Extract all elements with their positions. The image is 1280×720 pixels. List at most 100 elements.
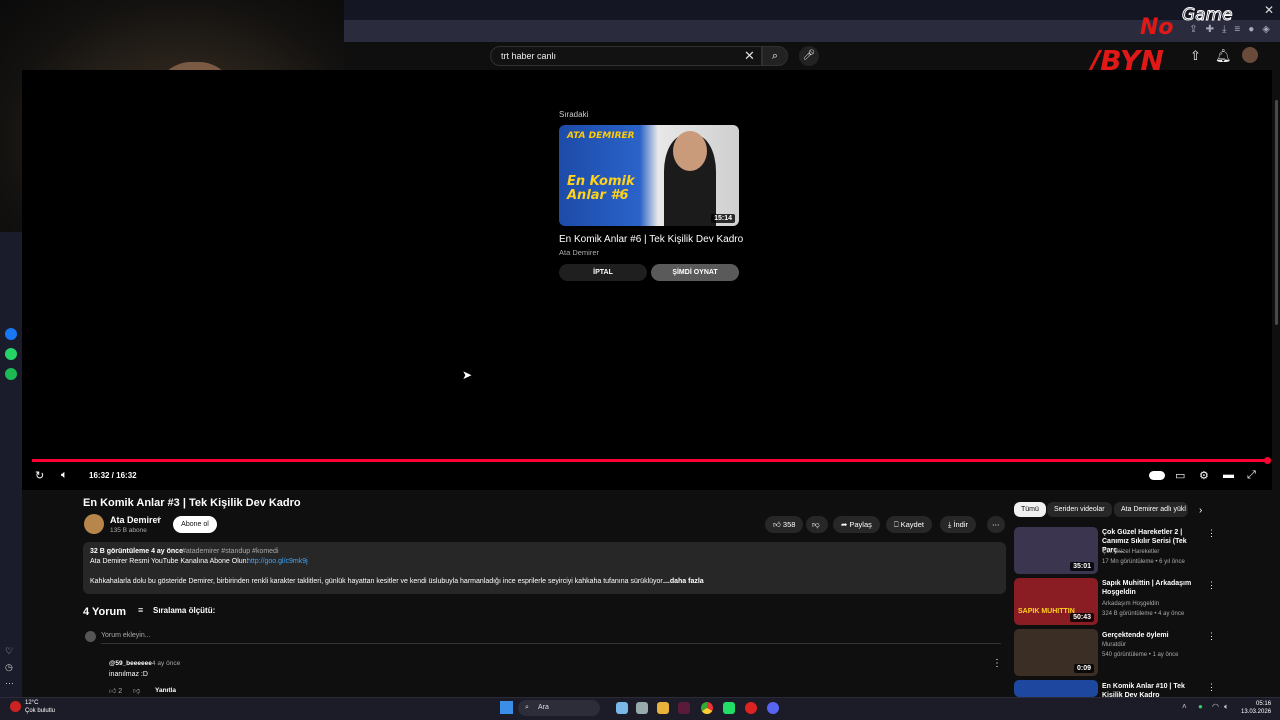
recommendation-channel[interactable]: Arkadaşım Hoşgeldin: [1102, 601, 1159, 607]
up-next-thumbnail[interactable]: ATA DEMIRER En Komik Anlar #6 15:14: [559, 125, 739, 226]
hashtags[interactable]: #atademirer #standup #komedi: [182, 548, 279, 555]
clear-search-icon[interactable]: ✕: [744, 48, 755, 64]
more-icon[interactable]: ⋯: [5, 678, 17, 690]
wifi-icon[interactable]: ◠: [1212, 702, 1219, 711]
weather-icon[interactable]: [10, 701, 21, 712]
time-display: 16:32 / 16:32: [89, 471, 137, 480]
speaker-icon[interactable]: 🔈︎: [1224, 702, 1229, 712]
spotify-icon[interactable]: [5, 368, 17, 380]
recommendation-menu-icon[interactable]: ⋮: [1207, 682, 1216, 693]
dislike-button[interactable]: 👎︎: [806, 516, 828, 533]
recommendation-duration: 0:09: [1073, 664, 1094, 673]
logo-text-no: No: [1140, 15, 1174, 40]
chips-next-icon[interactable]: ›: [1199, 505, 1202, 516]
search-button[interactable]: ⌕: [762, 46, 788, 66]
fullscreen-icon[interactable]: ⤢: [1247, 469, 1256, 482]
heart-icon[interactable]: ♡: [5, 646, 17, 658]
recommendation-thumbnail[interactable]: 35:01: [1014, 527, 1098, 574]
recommendation-menu-icon[interactable]: ⋮: [1207, 631, 1216, 642]
progress-scrubber[interactable]: [1264, 457, 1271, 464]
weather-widget[interactable]: 12°C Çok bulutlu: [25, 699, 55, 715]
verified-icon: ✔: [155, 516, 161, 523]
share-button[interactable]: ➦ Paylaş: [833, 516, 880, 533]
reply-button[interactable]: Yanıtla: [155, 687, 176, 694]
weather-temperature: 12°C: [25, 700, 39, 706]
recommendation-thumbnail[interactable]: [1014, 680, 1098, 697]
start-menu-icon[interactable]: [500, 701, 513, 714]
up-next-channel: Ata Demirer: [559, 248, 600, 257]
cancel-autoplay-button[interactable]: İPTAL: [559, 264, 647, 281]
thumbs-up-icon: 👍︎: [109, 688, 119, 695]
discord-icon[interactable]: [767, 702, 779, 714]
up-next-title[interactable]: En Komik Anlar #6 | Tek Kişilik Dev Kadr…: [559, 234, 743, 245]
whatsapp-icon[interactable]: [5, 348, 17, 360]
save-button[interactable]: ⎕ Kaydet: [886, 516, 932, 533]
up-next-label: Sıradaki: [559, 110, 589, 119]
app-icon[interactable]: [723, 702, 735, 714]
thumbnail-face: [673, 131, 707, 171]
comment-like-button[interactable]: 👍︎ 2: [109, 686, 122, 695]
recommendation-menu-icon[interactable]: ⋮: [1207, 580, 1216, 591]
user-avatar: [85, 631, 96, 642]
like-button[interactable]: 👍︎ 358: [765, 516, 803, 533]
volume-icon[interactable]: 🔈︎: [61, 469, 68, 482]
chip-all[interactable]: Tümü: [1014, 502, 1046, 517]
comment-like-count: 2: [118, 688, 123, 695]
show-more-link[interactable]: ...daha fazla: [664, 578, 704, 585]
recommendation-thumbnail[interactable]: 0:09: [1014, 629, 1098, 676]
copilot-icon[interactable]: [616, 702, 628, 714]
recommendation-title[interactable]: En Komik Anlar #10 | Tek Kişilik Dev Kad…: [1102, 682, 1206, 697]
search-icon: ⌕: [525, 704, 529, 711]
obs-studio-icon[interactable]: [678, 702, 690, 714]
recommendation-thumbnail[interactable]: SAPIK MUHITTIN 50:43: [1014, 578, 1098, 625]
theater-mode-icon[interactable]: ▬: [1223, 469, 1234, 481]
comment-text: inanılmaz :D: [109, 671, 148, 678]
share-label: Paylaş: [849, 520, 872, 529]
file-explorer-icon[interactable]: [657, 702, 669, 714]
autoplay-toggle[interactable]: [1149, 471, 1165, 480]
sort-icon[interactable]: ≡: [138, 605, 143, 615]
save-label: Kaydet: [900, 520, 924, 529]
up-next-duration: 15:14: [711, 214, 735, 223]
more-actions-button[interactable]: ⋯: [987, 516, 1005, 533]
search-input[interactable]: trt haber canlı: [490, 46, 762, 66]
history-icon[interactable]: ◷: [5, 662, 17, 674]
recommendation-channel[interactable]: Muratdür: [1102, 642, 1126, 648]
subscribe-button[interactable]: Abone ol: [173, 516, 217, 533]
recommendation-duration: 35:01: [1070, 562, 1094, 571]
voice-search-button[interactable]: 🎤︎: [799, 46, 819, 66]
opera-gx-icon[interactable]: [745, 702, 757, 714]
comment-author[interactable]: @59_beeeeee: [109, 660, 152, 667]
channel-avatar[interactable]: [84, 514, 104, 534]
chip-series[interactable]: Seriden videolar: [1047, 502, 1112, 517]
replay-icon[interactable]: ↻: [35, 469, 44, 482]
taskbar-search[interactable]: ⌕ Ara: [518, 700, 600, 716]
thumbs-down-icon: 👎︎: [812, 520, 820, 529]
scrollbar-thumb[interactable]: [1275, 100, 1278, 325]
recommendation-duration: 50:43: [1070, 613, 1094, 622]
recommendation-menu-icon[interactable]: ⋮: [1207, 528, 1216, 539]
sort-by-button[interactable]: Sıralama ölçütü:: [153, 606, 215, 615]
settings-gear-icon[interactable]: ⚙: [1199, 469, 1209, 482]
chrome-icon[interactable]: [701, 702, 713, 714]
tray-app-icon[interactable]: ●: [1198, 702, 1203, 711]
task-view-icon[interactable]: [636, 702, 648, 714]
description-link[interactable]: http://goo.gl/c9mk9j: [247, 558, 308, 565]
channel-name[interactable]: Ata Demirer: [110, 515, 161, 525]
recommendation-title[interactable]: Gerçektende öylemi: [1102, 631, 1206, 640]
taskbar-clock[interactable]: 05:16 13.03.2026: [1241, 700, 1271, 716]
chip-channel-uploads[interactable]: Ata Demirer adlı yükl: [1114, 502, 1188, 517]
microphone-icon: 🎤︎: [802, 50, 816, 61]
recommendation-title[interactable]: Sapık Muhittin | Arkadaşım Hoşgeldin: [1102, 579, 1206, 597]
progress-bar[interactable]: [32, 459, 1268, 462]
download-button[interactable]: ⤓ İndir: [940, 516, 976, 533]
comment-dislike-icon[interactable]: 👎︎: [133, 686, 140, 695]
subtitles-icon[interactable]: ▭: [1175, 469, 1185, 482]
recommendation-channel[interactable]: Çok Güzel Hareketler: [1102, 549, 1159, 555]
messenger-icon[interactable]: [5, 328, 17, 340]
comment-menu-icon[interactable]: ⋮: [992, 658, 1002, 669]
play-now-button[interactable]: ŞİMDİ OYNAT: [651, 264, 739, 281]
tray-chevron-icon[interactable]: ˄: [1182, 702, 1187, 711]
add-comment-input[interactable]: Yorum ekleyin...: [101, 632, 1001, 644]
recommendation-meta: 540 görüntüleme • 1 ay önce: [1102, 652, 1179, 658]
